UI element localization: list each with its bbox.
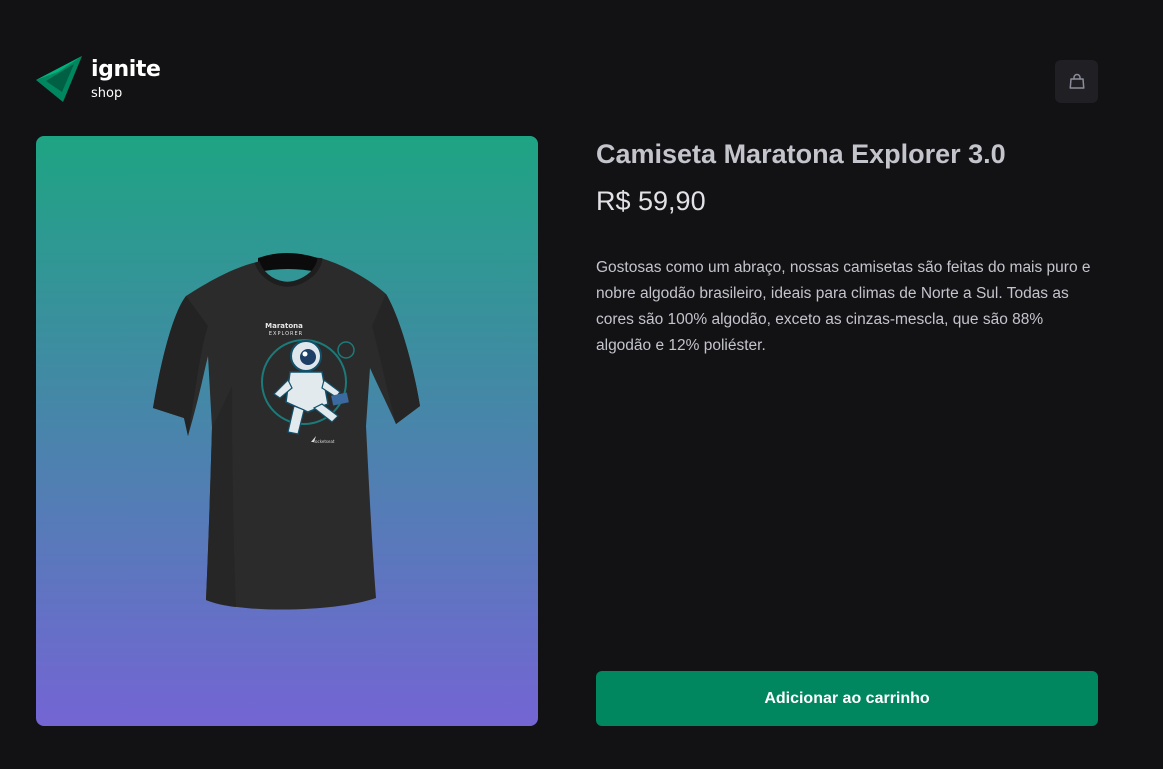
shopping-bag-icon — [1069, 73, 1084, 89]
logo[interactable]: ignite shop — [36, 56, 166, 104]
product-image: Maratona EXPLORER rocketseat — [153, 253, 420, 610]
cart-button[interactable] — [1055, 60, 1098, 103]
shirt-print-title: Maratona — [265, 322, 303, 330]
product-image-container: Maratona EXPLORER rocketseat — [36, 136, 538, 726]
product-details: Camiseta Maratona Explorer 3.0 R$ 59,90 … — [596, 136, 1098, 726]
logo-mark-icon — [36, 56, 82, 102]
logo-title: ignite — [91, 57, 161, 82]
product-price: R$ 59,90 — [596, 186, 706, 216]
shirt-print-subtitle: EXPLORER — [269, 331, 303, 337]
header: ignite shop — [36, 56, 1098, 104]
shirt-print-brand: rocketseat — [314, 439, 335, 444]
logo-subtitle: shop — [91, 86, 123, 101]
product-description: Gostosas como um abraço, nossas camiseta… — [596, 259, 1091, 354]
product-title: Camiseta Maratona Explorer 3.0 — [596, 139, 1006, 169]
add-to-cart-button[interactable]: Adicionar ao carrinho — [596, 671, 1098, 726]
